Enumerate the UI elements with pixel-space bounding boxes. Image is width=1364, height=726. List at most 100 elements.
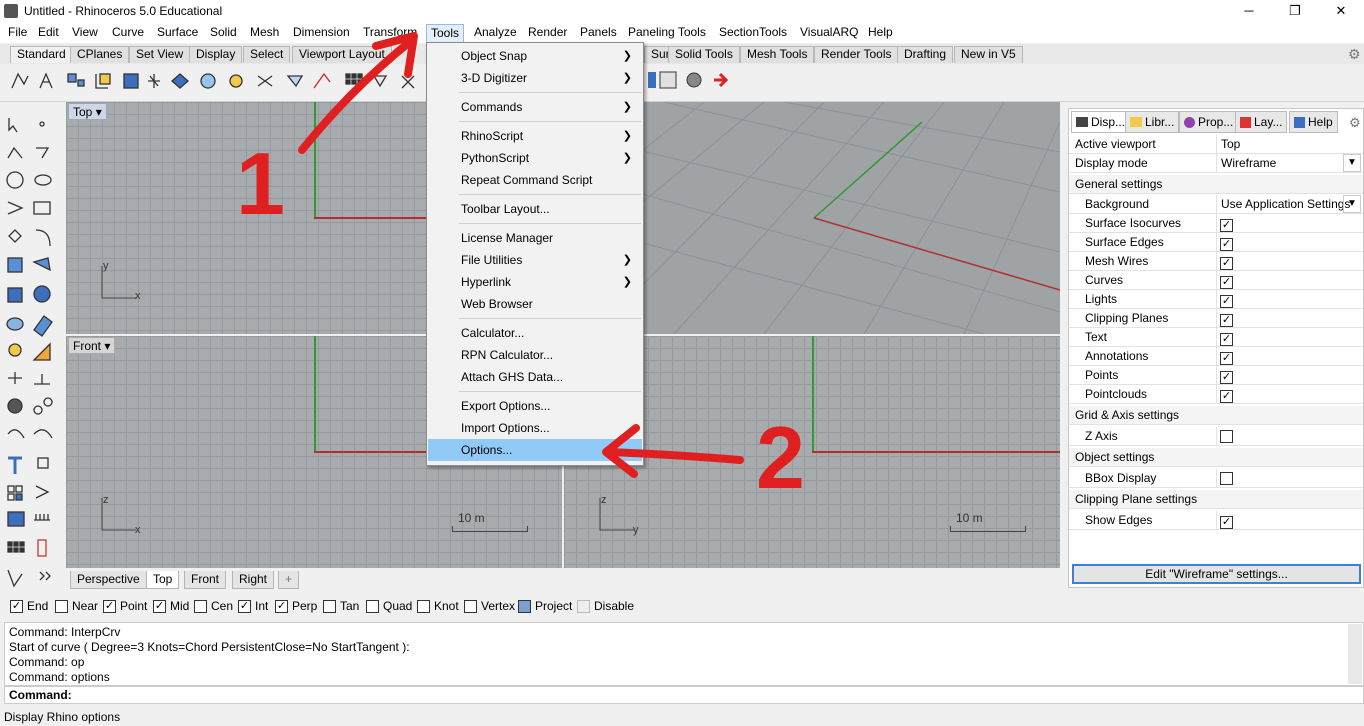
menu-item-rhinoscript[interactable]: RhinoScript ❯ bbox=[428, 125, 642, 147]
menu-mesh[interactable]: Mesh bbox=[246, 25, 283, 42]
osnap-end[interactable]: ✓ End bbox=[10, 599, 48, 613]
chevron-down-icon[interactable]: ▼ bbox=[1343, 154, 1361, 172]
tab-new-in-v5[interactable]: New in V5 bbox=[954, 46, 1023, 63]
history-scrollbar[interactable] bbox=[1348, 624, 1362, 684]
tab-display[interactable]: Display bbox=[189, 46, 243, 63]
menu-dimension[interactable]: Dimension bbox=[289, 25, 354, 42]
menu-paneling-tools[interactable]: Paneling Tools bbox=[624, 25, 710, 42]
tab-right[interactable]: Right bbox=[232, 571, 275, 589]
panel-gear-icon[interactable]: ⚙ bbox=[1349, 115, 1361, 131]
menu-visualarq[interactable]: VisualARQ bbox=[796, 25, 862, 42]
checkbox[interactable]: ✓ bbox=[1220, 352, 1233, 365]
tab-select[interactable]: Select bbox=[243, 46, 291, 63]
menu-panels[interactable]: Panels bbox=[576, 25, 621, 42]
checkbox[interactable] bbox=[1220, 430, 1233, 443]
viewport-front-label[interactable]: Front ▾ bbox=[68, 337, 116, 354]
osnap-project[interactable]: Project bbox=[518, 599, 572, 613]
menu-transform[interactable]: Transform bbox=[359, 25, 421, 42]
tab-perspective[interactable]: Perspective bbox=[70, 571, 147, 589]
checkbox[interactable]: ✓ bbox=[1220, 390, 1233, 403]
osnap-quad[interactable]: Quad bbox=[366, 599, 412, 613]
left-tool-icons[interactable] bbox=[4, 112, 60, 590]
osnap-tan[interactable]: Tan bbox=[323, 599, 359, 613]
tab-cplanes[interactable]: CPlanes bbox=[70, 46, 130, 63]
osnap-point[interactable]: ✓ Point bbox=[103, 599, 147, 613]
tab-drafting[interactable]: Drafting bbox=[897, 46, 954, 63]
checkbox[interactable]: ✓ bbox=[1220, 238, 1233, 251]
checkbox[interactable]: ✓ bbox=[1220, 314, 1233, 327]
menu-item-import-options[interactable]: Import Options... bbox=[428, 417, 642, 439]
menu-item-license-manager[interactable]: License Manager bbox=[428, 227, 642, 249]
tab-standard[interactable]: Standard bbox=[10, 46, 73, 63]
checkbox[interactable]: ✓ bbox=[1220, 371, 1233, 384]
osnap-disable[interactable]: Disable bbox=[577, 599, 634, 613]
tab-layers[interactable]: Lay... bbox=[1235, 111, 1288, 133]
menu-view[interactable]: View bbox=[68, 25, 102, 42]
menu-surface[interactable]: Surface bbox=[153, 25, 202, 42]
osnap-mid[interactable]: ✓ Mid bbox=[153, 599, 189, 613]
gear-icon[interactable]: ⚙ bbox=[1348, 46, 1361, 63]
osnap-knot[interactable]: Knot bbox=[417, 599, 459, 613]
menu-render[interactable]: Render bbox=[524, 25, 571, 42]
osnap-int[interactable]: ✓ Int bbox=[238, 599, 268, 613]
osnap-perp[interactable]: ✓ Perp bbox=[275, 599, 317, 613]
checkbox[interactable]: ✓ bbox=[1220, 333, 1233, 346]
close-button[interactable]: ✕ bbox=[1318, 0, 1364, 22]
menu-section-tools[interactable]: SectionTools bbox=[715, 25, 791, 42]
viewport-top-label[interactable]: Top ▾ bbox=[68, 103, 107, 120]
menu-item-commands[interactable]: Commands ❯ bbox=[428, 96, 642, 118]
maximize-button[interactable]: ❐ bbox=[1272, 0, 1318, 22]
menu-item-3d-digitizer[interactable]: 3-D Digitizer ❯ bbox=[428, 67, 642, 89]
tab-set-view[interactable]: Set View bbox=[129, 46, 191, 63]
menu-item-file-utilities[interactable]: File Utilities ❯ bbox=[428, 249, 642, 271]
checkbox[interactable]: ✓ bbox=[1220, 257, 1233, 270]
checkbox[interactable]: ✓ bbox=[1220, 219, 1233, 232]
menu-item-export-options[interactable]: Export Options... bbox=[428, 395, 642, 417]
menu-curve[interactable]: Curve bbox=[108, 25, 148, 42]
edit-display-mode-button[interactable]: Edit "Wireframe" settings... bbox=[1072, 564, 1361, 584]
tab-front[interactable]: Front bbox=[184, 571, 227, 589]
checkbox[interactable]: ✓ bbox=[1220, 516, 1233, 529]
tab-mesh-tools[interactable]: Mesh Tools bbox=[740, 46, 815, 63]
menu-tools[interactable]: Tools bbox=[426, 24, 465, 43]
tab-solid-tools[interactable]: Solid Tools bbox=[668, 46, 740, 63]
menu-help[interactable]: Help bbox=[864, 25, 897, 42]
menu-item-rpn-calculator[interactable]: RPN Calculator... bbox=[428, 344, 642, 366]
menu-edit[interactable]: Edit bbox=[34, 25, 63, 42]
menu-item-toolbar-layout[interactable]: Toolbar Layout... bbox=[428, 198, 642, 220]
tab-display-panel[interactable]: Disp... bbox=[1071, 111, 1131, 133]
osnap-near[interactable]: Near bbox=[55, 599, 98, 613]
tab-render-tools[interactable]: Render Tools bbox=[814, 46, 899, 63]
menu-item-pythonscript[interactable]: PythonScript ❯ bbox=[428, 147, 642, 169]
minimize-button[interactable]: ─ bbox=[1226, 0, 1272, 22]
menu-item-web-browser[interactable]: Web Browser bbox=[428, 293, 642, 315]
tab-help[interactable]: Help bbox=[1289, 111, 1338, 133]
chevron-down-icon[interactable]: ▼ bbox=[1343, 195, 1361, 213]
checkbox[interactable]: ✓ bbox=[1220, 295, 1233, 308]
tab-surface-tools[interactable]: Surface Tools bbox=[644, 46, 669, 63]
prop-row-background[interactable]: Background Use Application Settings ▼ bbox=[1069, 195, 1363, 214]
command-history[interactable]: Command: InterpCrv Start of curve ( Degr… bbox=[4, 622, 1364, 686]
osnap-vertex[interactable]: Vertex bbox=[464, 599, 515, 613]
menu-item-attach-ghs-data[interactable]: Attach GHS Data... bbox=[428, 366, 642, 388]
prop-row-display-mode[interactable]: Display mode Wireframe ▼ bbox=[1069, 154, 1363, 173]
menu-solid[interactable]: Solid bbox=[206, 25, 241, 42]
checkbox[interactable]: ✓ bbox=[1220, 276, 1233, 289]
menu-file[interactable]: File bbox=[4, 25, 31, 42]
menu-analyze[interactable]: Analyze bbox=[470, 25, 521, 42]
tab-viewport-layout[interactable]: Viewport Layout bbox=[292, 46, 392, 63]
add-viewport-tab-button[interactable]: + bbox=[278, 571, 300, 589]
tab-libraries[interactable]: Libr... bbox=[1125, 111, 1180, 133]
toolbar-icons-right[interactable] bbox=[646, 68, 736, 94]
menu-item-hyperlink[interactable]: Hyperlink ❯ bbox=[428, 271, 642, 293]
menu-item-object-snap[interactable]: Object Snap ❯ bbox=[428, 45, 642, 67]
toolbar-icons-left[interactable] bbox=[8, 68, 428, 94]
tab-properties[interactable]: Prop... bbox=[1179, 111, 1239, 133]
menu-item-calculator[interactable]: Calculator... bbox=[428, 322, 642, 344]
menu-item-repeat-command-script[interactable]: Repeat Command Script bbox=[428, 169, 642, 191]
command-input[interactable]: Command: bbox=[4, 686, 1364, 704]
menu-item-options[interactable]: Options... bbox=[428, 439, 642, 461]
tab-top[interactable]: Top bbox=[146, 571, 180, 589]
checkbox[interactable] bbox=[1220, 472, 1233, 485]
osnap-cen[interactable]: Cen bbox=[194, 599, 233, 613]
